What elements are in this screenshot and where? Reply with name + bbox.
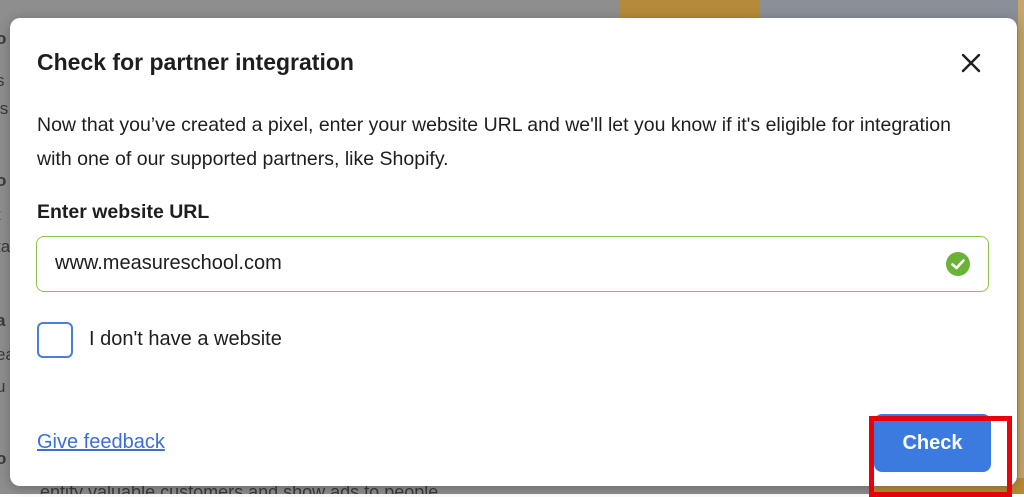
dialog-description: Now that you’ve created a pixel, enter y…	[37, 114, 951, 170]
website-url-input[interactable]	[55, 237, 915, 290]
no-website-label[interactable]: I don't have a website	[89, 328, 282, 351]
background-fragment: o	[0, 171, 7, 190]
partner-integration-dialog: Check for partner integration Now that y…	[10, 18, 1017, 497]
url-field-label: Enter website URL	[37, 201, 210, 223]
background-fragment: ls	[0, 99, 9, 118]
background-fragment: o	[0, 29, 7, 48]
background-fragment: u	[0, 377, 6, 396]
background-fragment: s	[0, 71, 5, 90]
background-fragment: o	[0, 449, 7, 468]
close-button[interactable]	[957, 49, 985, 77]
check-circle-icon	[946, 252, 970, 276]
background-fragment: ta	[0, 237, 11, 256]
background-fragment: t	[0, 206, 1, 223]
url-field	[36, 236, 989, 292]
background-fragment: a	[0, 311, 6, 330]
give-feedback-link[interactable]: Give feedback	[37, 431, 165, 454]
close-icon	[961, 53, 981, 73]
dialog-title: Check for partner integration	[37, 49, 354, 75]
no-website-checkbox[interactable]	[37, 322, 73, 358]
check-button[interactable]: Check	[874, 414, 991, 472]
background-illustration	[760, 0, 1024, 20]
background-illustration	[1018, 0, 1024, 494]
